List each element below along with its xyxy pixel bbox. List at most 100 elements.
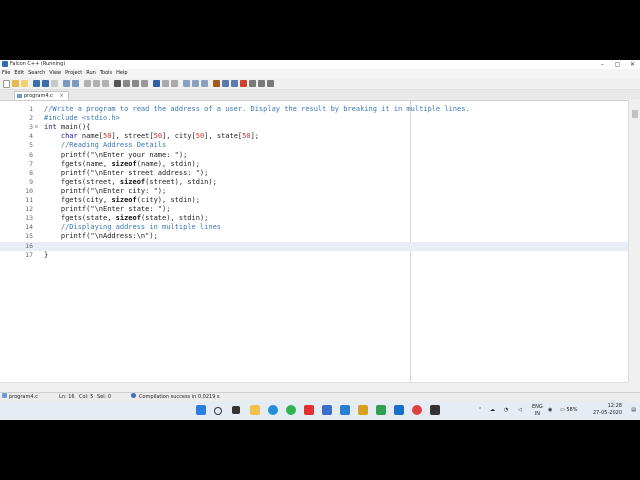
chrome-icon[interactable] <box>412 405 422 415</box>
execute-icon[interactable] <box>222 80 229 87</box>
code-line[interactable]: 12 printf("\nEnter state: "); <box>0 205 628 214</box>
code-text: printf("\nEnter city: "); <box>44 187 166 196</box>
volume-icon[interactable]: ◁ <box>518 401 522 420</box>
options-icon[interactable] <box>249 80 256 87</box>
settings-icon[interactable] <box>267 80 274 87</box>
cut-icon[interactable] <box>84 80 91 87</box>
vertical-scroll-thumb[interactable] <box>632 110 638 118</box>
outdent-icon[interactable] <box>192 80 199 87</box>
code-line[interactable]: 4 char name[50], street[50], city[50], s… <box>0 132 628 141</box>
line-number: 12 <box>25 205 33 214</box>
code-line[interactable]: 13 fgets(state, sizeof(state), stdin); <box>0 214 628 223</box>
menu-help[interactable]: Help <box>114 69 129 78</box>
file-status-icon <box>2 393 7 398</box>
new-file-icon[interactable] <box>3 80 10 88</box>
code-line[interactable]: 17} <box>0 251 628 260</box>
project-options-icon[interactable] <box>258 80 265 87</box>
line-number: 5 <box>29 141 33 150</box>
photos-icon[interactable] <box>322 405 332 415</box>
rebuild-icon[interactable] <box>171 80 178 87</box>
compile-run-icon[interactable] <box>231 80 238 87</box>
youtube-icon[interactable] <box>304 405 314 415</box>
minimize-button[interactable]: – <box>595 60 610 69</box>
find-icon[interactable] <box>141 80 148 87</box>
menu-search[interactable]: Search <box>26 69 47 78</box>
paste-icon[interactable] <box>102 80 109 87</box>
horizontal-scrollbar[interactable] <box>0 382 628 391</box>
close-file-icon[interactable] <box>51 80 58 87</box>
clock[interactable]: 12:28 27-05-2020 <box>593 403 622 417</box>
code-line[interactable]: 16 <box>0 241 628 251</box>
code-line[interactable]: 8 printf("\nEnter street address: "); <box>0 169 628 178</box>
debug-icon[interactable] <box>132 80 139 87</box>
menu-project[interactable]: Project <box>63 69 84 78</box>
code-line[interactable]: 6 printf("\nEnter your name: "); <box>0 151 628 160</box>
line-number: 13 <box>25 214 33 223</box>
copy-icon[interactable] <box>93 80 100 87</box>
undo-icon[interactable] <box>63 80 70 87</box>
redo-icon[interactable] <box>72 80 79 87</box>
line-number: 4 <box>29 132 33 141</box>
menu-file[interactable]: File <box>0 69 12 78</box>
menu-tools[interactable]: Tools <box>98 69 114 78</box>
code-token: fgets(city, <box>44 196 112 204</box>
code-line[interactable]: 5 //Reading Address Details <box>0 141 628 150</box>
stop-icon[interactable] <box>153 80 160 87</box>
run-icon[interactable] <box>114 80 121 87</box>
open-folder-icon[interactable] <box>12 80 19 87</box>
code-line[interactable]: 11 fgets(city, sizeof(city), stdin); <box>0 196 628 205</box>
maximize-button[interactable]: ▢ <box>610 60 625 69</box>
terminal-icon[interactable] <box>430 405 440 415</box>
code-line[interactable]: 10 printf("\nEnter city: "); <box>0 187 628 196</box>
network-icon[interactable]: ☁ <box>490 401 495 420</box>
notification-icon[interactable]: ▤ <box>631 401 636 420</box>
code-line[interactable]: 1 //Write a program to read the address o… <box>0 105 628 114</box>
build-icon[interactable] <box>162 80 169 87</box>
code-line[interactable]: 3 ⊟ int main(){ <box>0 123 628 132</box>
start-icon[interactable] <box>196 405 206 415</box>
task-view-icon[interactable] <box>232 406 240 414</box>
fold-toggle-icon[interactable]: ⊟ <box>34 123 39 132</box>
open-recent-icon[interactable] <box>21 80 28 87</box>
close-button[interactable]: ✕ <box>625 60 640 69</box>
menu-run[interactable]: Run <box>84 69 98 78</box>
code-editor[interactable]: 1 //Write a program to read the address o… <box>0 100 628 383</box>
store-icon[interactable] <box>394 405 404 415</box>
drive-icon[interactable] <box>376 405 386 415</box>
language-indicator[interactable]: ENG IN <box>532 404 543 418</box>
edge-icon[interactable] <box>268 405 278 415</box>
whatsapp-icon[interactable] <box>286 405 296 415</box>
menu-edit[interactable]: Edit <box>12 69 26 78</box>
indent-icon[interactable] <box>183 80 190 87</box>
tab-program4[interactable]: program4.c × <box>14 91 69 100</box>
compile-icon[interactable] <box>213 80 220 87</box>
debug-run-icon[interactable] <box>240 80 247 87</box>
search-icon[interactable] <box>214 407 222 415</box>
eye-icon[interactable]: ◉ <box>548 401 552 420</box>
line-number: 7 <box>29 159 33 168</box>
file-explorer-icon[interactable] <box>250 405 260 415</box>
line-number: 15 <box>25 232 33 241</box>
code-text: //Reading Address Details <box>44 141 166 150</box>
tray-chevron-icon[interactable]: ⌃ <box>478 401 482 420</box>
code-line[interactable]: 9 fgets(street, sizeof(street), stdin); <box>0 178 628 187</box>
code-token: int <box>44 123 57 132</box>
code-token: printf("\nEnter street address: "); <box>44 168 209 177</box>
code-text: int main(){ <box>44 123 90 132</box>
code-line[interactable]: 15 printf("\nAddress:\n"); <box>0 232 628 241</box>
step-icon[interactable] <box>123 80 130 87</box>
vertical-scrollbar[interactable] <box>628 100 640 382</box>
code-line[interactable]: 7 fgets(name, sizeof(name), stdin); <box>0 160 628 169</box>
code-line[interactable]: 14 //Displaying address in multiple line… <box>0 223 628 232</box>
falcon-taskbar-icon[interactable] <box>358 405 368 415</box>
vscode-icon[interactable] <box>340 405 350 415</box>
wifi-icon[interactable]: ◔ <box>504 401 508 420</box>
save-all-icon[interactable] <box>42 80 49 87</box>
menu-view[interactable]: View <box>47 69 63 78</box>
code-line[interactable]: 2 #include <stdio.h> <box>0 114 628 123</box>
comment-icon[interactable] <box>201 80 208 87</box>
battery-indicator[interactable]: ▭ 58% <box>560 401 577 420</box>
code-token: #include <stdio.h> <box>44 114 120 123</box>
tab-close-icon[interactable]: × <box>59 93 63 99</box>
save-icon[interactable] <box>33 80 40 87</box>
